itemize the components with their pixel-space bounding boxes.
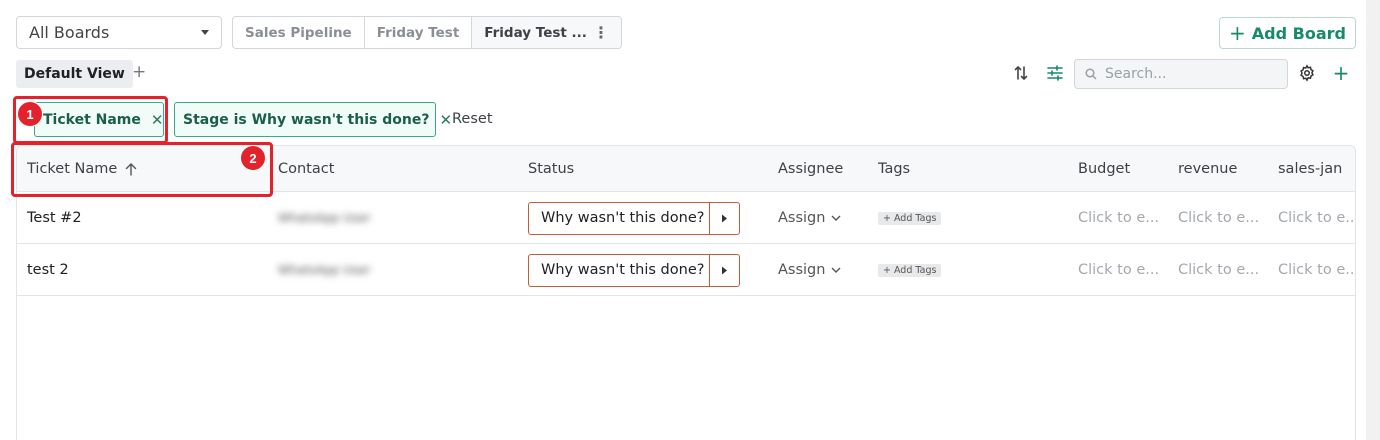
add-tags-button[interactable]: + Add Tags [878, 211, 942, 225]
highlight-box-2 [11, 142, 273, 197]
search-icon [1085, 68, 1097, 80]
column-header-status[interactable]: Status [528, 146, 768, 192]
status-label: Why wasn't this done? [541, 262, 705, 278]
scrollbar[interactable] [1366, 0, 1380, 440]
gear-icon[interactable] [1296, 62, 1318, 84]
assign-label: Assign [778, 262, 826, 278]
column-header-revenue[interactable]: revenue [1178, 146, 1268, 192]
board-tab-sales-pipeline[interactable]: Sales Pipeline [233, 17, 365, 48]
chevron-down-icon [831, 215, 841, 221]
table-row[interactable]: Test #2 WhatsApp User Why wasn't this do… [17, 192, 1355, 244]
column-header-assignee[interactable]: Assignee [778, 146, 868, 192]
status-dropdown[interactable]: Why wasn't this done? [528, 201, 740, 235]
add-tags-button[interactable]: + Add Tags [878, 263, 942, 277]
add-board-button[interactable]: + Add Board [1219, 17, 1356, 49]
table-row[interactable]: test 2 WhatsApp User Why wasn't this don… [17, 244, 1355, 296]
cell-contact[interactable]: WhatsApp User [278, 244, 518, 296]
cell-ticket-name[interactable]: Test #2 [27, 192, 267, 244]
caret-down-icon [201, 30, 209, 35]
status-dropdown[interactable]: Why wasn't this done? [528, 253, 740, 287]
view-tab-default[interactable]: Default View [16, 60, 133, 88]
cell-sales-jan[interactable]: Click to e... [1278, 244, 1355, 296]
annotation-badge-1: 1 [17, 101, 43, 127]
play-arrow-icon[interactable] [709, 254, 739, 286]
board-tab-label: Friday Test ... [484, 24, 587, 41]
cell-sales-jan[interactable]: Click to e... [1278, 192, 1355, 244]
plus-icon: + [1229, 21, 1246, 45]
cell-contact[interactable]: WhatsApp User [278, 192, 518, 244]
board-tab-friday-test[interactable]: Friday Test [365, 17, 473, 48]
cell-budget[interactable]: Click to e... [1078, 244, 1166, 296]
board-selector-value: All Boards [29, 23, 110, 42]
add-board-label: Add Board [1251, 23, 1346, 43]
add-view-icon[interactable]: + [132, 62, 146, 82]
annotation-badge-2: 2 [240, 145, 266, 171]
play-arrow-icon[interactable] [709, 202, 739, 234]
column-header-contact[interactable]: Contact [278, 146, 518, 192]
assign-label: Assign [778, 210, 826, 226]
cell-assignee[interactable]: Assign [778, 192, 868, 244]
column-header-sales-jan[interactable]: sales-jan [1278, 146, 1355, 192]
cell-status: Why wasn't this done? [528, 244, 768, 296]
sort-icon[interactable] [1010, 62, 1032, 84]
chevron-down-icon [831, 267, 841, 273]
plus-icon[interactable]: + [1330, 61, 1352, 85]
cell-assignee[interactable]: Assign [778, 244, 868, 296]
search-box[interactable] [1074, 59, 1288, 89]
more-options-icon[interactable]: ⋮ [593, 23, 609, 42]
board-selector[interactable]: All Boards [16, 16, 222, 49]
reset-filters-link[interactable]: Reset [452, 111, 493, 127]
board-tabs: Sales Pipeline Friday Test Friday Test .… [232, 16, 622, 49]
board-tab-friday-test-2[interactable]: Friday Test ... ⋮ [472, 17, 621, 48]
cell-revenue[interactable]: Click to e... [1178, 192, 1266, 244]
filter-chip-stage[interactable]: Stage is Why wasn't this done? ✕ [174, 102, 452, 137]
column-header-budget[interactable]: Budget [1078, 146, 1168, 192]
filter-chip-label: Stage is Why wasn't this done? [183, 111, 430, 128]
status-label: Why wasn't this done? [541, 210, 705, 226]
cell-tags: + Add Tags [878, 192, 1068, 244]
filter-sliders-icon[interactable] [1044, 62, 1066, 84]
cell-ticket-name[interactable]: test 2 [27, 244, 267, 296]
close-icon[interactable]: ✕ [439, 111, 452, 129]
cell-budget[interactable]: Click to e... [1078, 192, 1166, 244]
cell-revenue[interactable]: Click to e... [1178, 244, 1266, 296]
search-input[interactable] [1105, 66, 1265, 82]
cell-status: Why wasn't this done? [528, 192, 768, 244]
column-header-tags[interactable]: Tags [878, 146, 1068, 192]
cell-tags: + Add Tags [878, 244, 1068, 296]
